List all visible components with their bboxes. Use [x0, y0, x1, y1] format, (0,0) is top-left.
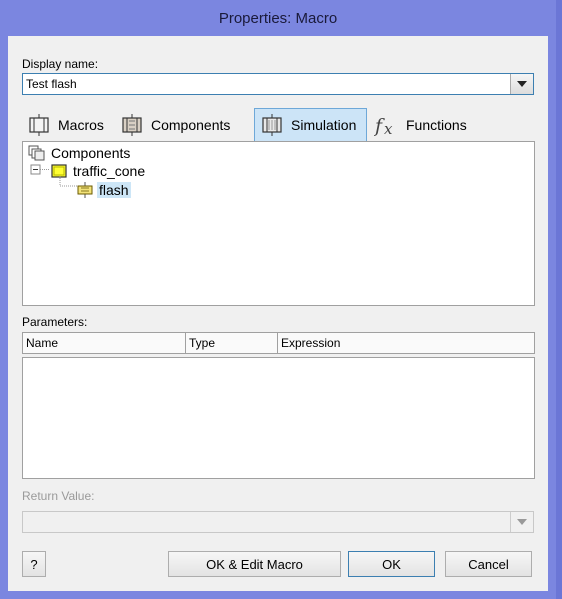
tab-components[interactable]: Components	[115, 110, 245, 140]
simulation-icon	[262, 114, 282, 136]
simulation-tree[interactable]: Components traffic_cone flash	[22, 141, 535, 306]
tab-components-label: Components	[151, 117, 231, 133]
fx-icon: f x	[374, 115, 393, 136]
dialog-client-area: Display name: Test flash Macros Componen…	[8, 36, 548, 591]
ok-button[interactable]: OK	[348, 551, 435, 577]
tab-strip: Macros Components Simulation f x Functio…	[22, 107, 535, 141]
display-name-combo[interactable]: Test flash	[22, 73, 534, 95]
return-value-combo	[22, 511, 534, 533]
macro-icon	[29, 114, 49, 136]
macro-sim-icon	[77, 182, 93, 198]
tab-functions-label: Functions	[406, 117, 467, 133]
chevron-down-icon	[517, 81, 527, 87]
tab-macros-label: Macros	[58, 117, 104, 133]
collapse-icon[interactable]	[30, 164, 50, 176]
parameters-grid-header: Name Type Expression	[22, 332, 535, 354]
column-header-name[interactable]: Name	[23, 333, 186, 353]
column-header-type[interactable]: Type	[186, 333, 278, 353]
tab-simulation-label: Simulation	[291, 117, 357, 133]
tree-item-traffic-cone-label: traffic_cone	[73, 163, 146, 179]
return-value-dropdown-button	[510, 512, 533, 532]
tree-item-flash[interactable]: flash	[77, 182, 131, 198]
display-name-value[interactable]: Test flash	[26, 77, 77, 91]
parameters-grid[interactable]	[22, 357, 535, 479]
tab-functions[interactable]: f x Functions	[370, 110, 480, 140]
tree-item-flash-label: flash	[97, 182, 131, 198]
tree-item-components-label: Components	[51, 145, 131, 161]
display-name-dropdown-button[interactable]	[510, 74, 533, 94]
tree-connector	[59, 176, 77, 187]
components-folder-icon	[28, 145, 45, 161]
tab-macros[interactable]: Macros	[22, 110, 114, 140]
column-header-expression[interactable]: Expression	[278, 333, 534, 353]
cancel-button[interactable]: Cancel	[445, 551, 532, 577]
tree-item-components[interactable]: Components	[28, 145, 130, 161]
tab-simulation[interactable]: Simulation	[254, 108, 367, 141]
window-title: Properties: Macro	[218, 9, 338, 27]
properties-macro-dialog: Properties: Macro Display name: Test fla…	[0, 0, 556, 599]
return-value-label: Return Value:	[22, 489, 95, 503]
help-button[interactable]: ?	[22, 551, 46, 577]
parameters-label: Parameters:	[22, 315, 88, 329]
component-icon	[122, 114, 142, 136]
svg-text:x: x	[384, 120, 393, 136]
chevron-down-icon	[517, 519, 527, 525]
ok-edit-macro-button[interactable]: OK & Edit Macro	[168, 551, 341, 577]
display-name-label: Display name:	[22, 57, 99, 71]
